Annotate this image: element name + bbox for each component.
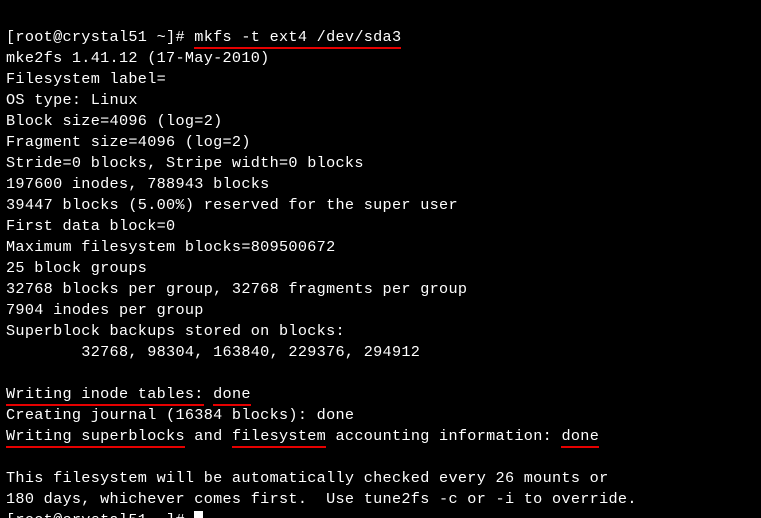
out-line: OS type: Linux: [6, 91, 138, 109]
out-line: 32768, 98304, 163840, 229376, 294912: [6, 343, 420, 361]
out-line: 32768 blocks per group, 32768 fragments …: [6, 280, 467, 298]
out-line: 7904 inodes per group: [6, 301, 204, 319]
out-line: Block size=4096 (log=2): [6, 112, 223, 130]
inode-done: done: [213, 385, 251, 406]
out-line: Maximum filesystem blocks=809500672: [6, 238, 336, 256]
out-line: Filesystem label=: [6, 70, 166, 88]
cursor-icon: [194, 511, 203, 518]
out-line: Stride=0 blocks, Stripe width=0 blocks: [6, 154, 364, 172]
out-line: Fragment size=4096 (log=2): [6, 133, 251, 151]
terminal-output: [root@crystal51 ~]# mkfs -t ext4 /dev/sd…: [0, 0, 761, 518]
out-line: 197600 inodes, 788943 blocks: [6, 175, 270, 193]
inode-text: Writing inode tables:: [6, 385, 204, 406]
line-prompt-2[interactable]: [root@crystal51 ~]#: [6, 511, 203, 518]
sb-done: done: [561, 427, 599, 448]
space: [204, 385, 213, 403]
out-line: mke2fs 1.41.12 (17-May-2010): [6, 49, 270, 67]
out-line-superblocks: Writing superblocks and filesystem accou…: [6, 427, 599, 448]
out-line: First data block=0: [6, 217, 175, 235]
sb-mid2: accounting information:: [326, 427, 561, 445]
out-line-inode: Writing inode tables: done: [6, 385, 251, 406]
out-line: Superblock backups stored on blocks:: [6, 322, 345, 340]
shell-prompt: [root@crystal51 ~]#: [6, 28, 194, 46]
command: mkfs -t ext4 /dev/sda3: [194, 28, 401, 49]
out-line: Creating journal (16384 blocks): done: [6, 406, 354, 424]
line-prompt-1: [root@crystal51 ~]# mkfs -t ext4 /dev/sd…: [6, 28, 401, 49]
shell-prompt: [root@crystal51 ~]#: [6, 511, 194, 518]
out-line: 25 block groups: [6, 259, 147, 277]
sb-b: filesystem: [232, 427, 326, 448]
sb-mid: and: [185, 427, 232, 445]
out-line: This filesystem will be automatically ch…: [6, 469, 609, 487]
sb-a: Writing superblocks: [6, 427, 185, 448]
out-line: 180 days, whichever comes first. Use tun…: [6, 490, 637, 508]
out-line: 39447 blocks (5.00%) reserved for the su…: [6, 196, 458, 214]
